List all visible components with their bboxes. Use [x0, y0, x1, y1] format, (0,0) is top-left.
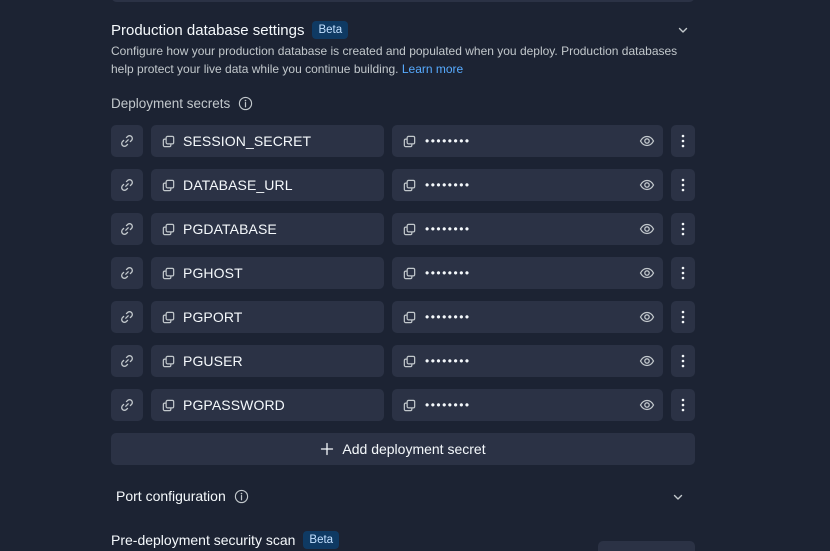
copy-icon[interactable] — [160, 177, 176, 193]
add-deployment-secret-button[interactable]: Add deployment secret — [111, 433, 695, 465]
eye-icon[interactable] — [639, 177, 655, 193]
previous-section-card — [111, 0, 695, 2]
port-configuration-label: Port configuration — [116, 488, 226, 504]
production-settings-header[interactable]: Production database settings Beta — [111, 21, 349, 39]
secret-key-field[interactable]: PGDATABASE — [151, 213, 384, 245]
description-text: Configure how your production database i… — [111, 44, 678, 76]
copy-icon[interactable] — [401, 353, 417, 369]
eye-icon[interactable] — [639, 353, 655, 369]
link-icon[interactable] — [111, 345, 143, 377]
copy-icon[interactable] — [401, 177, 417, 193]
masked-value: •••••••• — [425, 354, 471, 368]
link-icon[interactable] — [111, 213, 143, 245]
secret-key-field[interactable]: PGPASSWORD — [151, 389, 384, 421]
secret-key-field[interactable]: DATABASE_URL — [151, 169, 384, 201]
security-scan-button[interactable] — [598, 541, 695, 551]
secret-row-database-url: DATABASE_URL •••••••• — [111, 169, 695, 201]
info-icon[interactable] — [234, 489, 249, 504]
eye-icon[interactable] — [639, 265, 655, 281]
copy-icon[interactable] — [401, 265, 417, 281]
copy-icon[interactable] — [160, 353, 176, 369]
eye-icon[interactable] — [639, 309, 655, 325]
secret-value-field[interactable]: •••••••• — [392, 301, 663, 333]
security-scan-header[interactable]: Pre-deployment security scan Beta — [111, 531, 340, 549]
secret-value-field[interactable]: •••••••• — [392, 345, 663, 377]
chevron-down-icon[interactable] — [670, 489, 686, 505]
eye-icon[interactable] — [639, 133, 655, 149]
more-vertical-icon[interactable] — [671, 257, 695, 289]
more-vertical-icon[interactable] — [671, 301, 695, 333]
secret-key-field[interactable]: PGUSER — [151, 345, 384, 377]
section-title: Production database settings — [111, 21, 305, 39]
beta-badge: Beta — [303, 531, 340, 549]
masked-value: •••••••• — [425, 134, 471, 148]
copy-icon[interactable] — [160, 397, 176, 413]
eye-icon[interactable] — [639, 397, 655, 413]
link-icon[interactable] — [111, 389, 143, 421]
copy-icon[interactable] — [160, 309, 176, 325]
deployment-secrets-label: Deployment secrets — [111, 96, 231, 111]
plus-icon — [320, 442, 334, 456]
add-secret-label: Add deployment secret — [342, 441, 486, 457]
masked-value: •••••••• — [425, 310, 471, 324]
secret-key-field[interactable]: PGHOST — [151, 257, 384, 289]
info-icon[interactable] — [238, 96, 253, 111]
link-icon[interactable] — [111, 169, 143, 201]
masked-value: •••••••• — [425, 222, 471, 236]
copy-icon[interactable] — [160, 133, 176, 149]
deployment-secrets-header: Deployment secrets — [111, 96, 253, 111]
secret-key-field[interactable]: PGPORT — [151, 301, 384, 333]
secret-row-pguser: PGUSER •••••••• — [111, 345, 695, 377]
secret-key-text: PGUSER — [183, 353, 243, 369]
port-configuration-header[interactable]: Port configuration — [116, 488, 249, 504]
link-icon[interactable] — [111, 301, 143, 333]
section-description: Configure how your production database i… — [111, 42, 695, 78]
secret-row-pghost: PGHOST •••••••• — [111, 257, 695, 289]
secret-row-pgdatabase: PGDATABASE •••••••• — [111, 213, 695, 245]
more-vertical-icon[interactable] — [671, 169, 695, 201]
link-icon[interactable] — [111, 125, 143, 157]
eye-icon[interactable] — [639, 221, 655, 237]
copy-icon[interactable] — [401, 221, 417, 237]
secret-key-text: PGPASSWORD — [183, 397, 285, 413]
masked-value: •••••••• — [425, 398, 471, 412]
secrets-list: SESSION_SECRET •••••••• DATABASE_URL •••… — [111, 125, 695, 433]
secret-value-field[interactable]: •••••••• — [392, 169, 663, 201]
secret-value-field[interactable]: •••••••• — [392, 213, 663, 245]
chevron-down-icon[interactable] — [675, 22, 691, 38]
secret-row-session-secret: SESSION_SECRET •••••••• — [111, 125, 695, 157]
secret-key-text: PGDATABASE — [183, 221, 277, 237]
secret-key-text: PGHOST — [183, 265, 243, 281]
more-vertical-icon[interactable] — [671, 213, 695, 245]
secret-value-field[interactable]: •••••••• — [392, 257, 663, 289]
copy-icon[interactable] — [160, 265, 176, 281]
more-vertical-icon[interactable] — [671, 125, 695, 157]
security-scan-label: Pre-deployment security scan — [111, 532, 296, 548]
copy-icon[interactable] — [401, 309, 417, 325]
secret-row-pgport: PGPORT •••••••• — [111, 301, 695, 333]
secret-key-text: DATABASE_URL — [183, 177, 293, 193]
copy-icon[interactable] — [160, 221, 176, 237]
secret-key-text: PGPORT — [183, 309, 243, 325]
beta-badge: Beta — [312, 21, 349, 39]
secret-key-text: SESSION_SECRET — [183, 133, 312, 149]
secret-key-field[interactable]: SESSION_SECRET — [151, 125, 384, 157]
secret-value-field[interactable]: •••••••• — [392, 125, 663, 157]
copy-icon[interactable] — [401, 397, 417, 413]
learn-more-link[interactable]: Learn more — [402, 62, 463, 76]
copy-icon[interactable] — [401, 133, 417, 149]
masked-value: •••••••• — [425, 178, 471, 192]
secret-row-pgpassword: PGPASSWORD •••••••• — [111, 389, 695, 421]
masked-value: •••••••• — [425, 266, 471, 280]
more-vertical-icon[interactable] — [671, 345, 695, 377]
secret-value-field[interactable]: •••••••• — [392, 389, 663, 421]
more-vertical-icon[interactable] — [671, 389, 695, 421]
link-icon[interactable] — [111, 257, 143, 289]
